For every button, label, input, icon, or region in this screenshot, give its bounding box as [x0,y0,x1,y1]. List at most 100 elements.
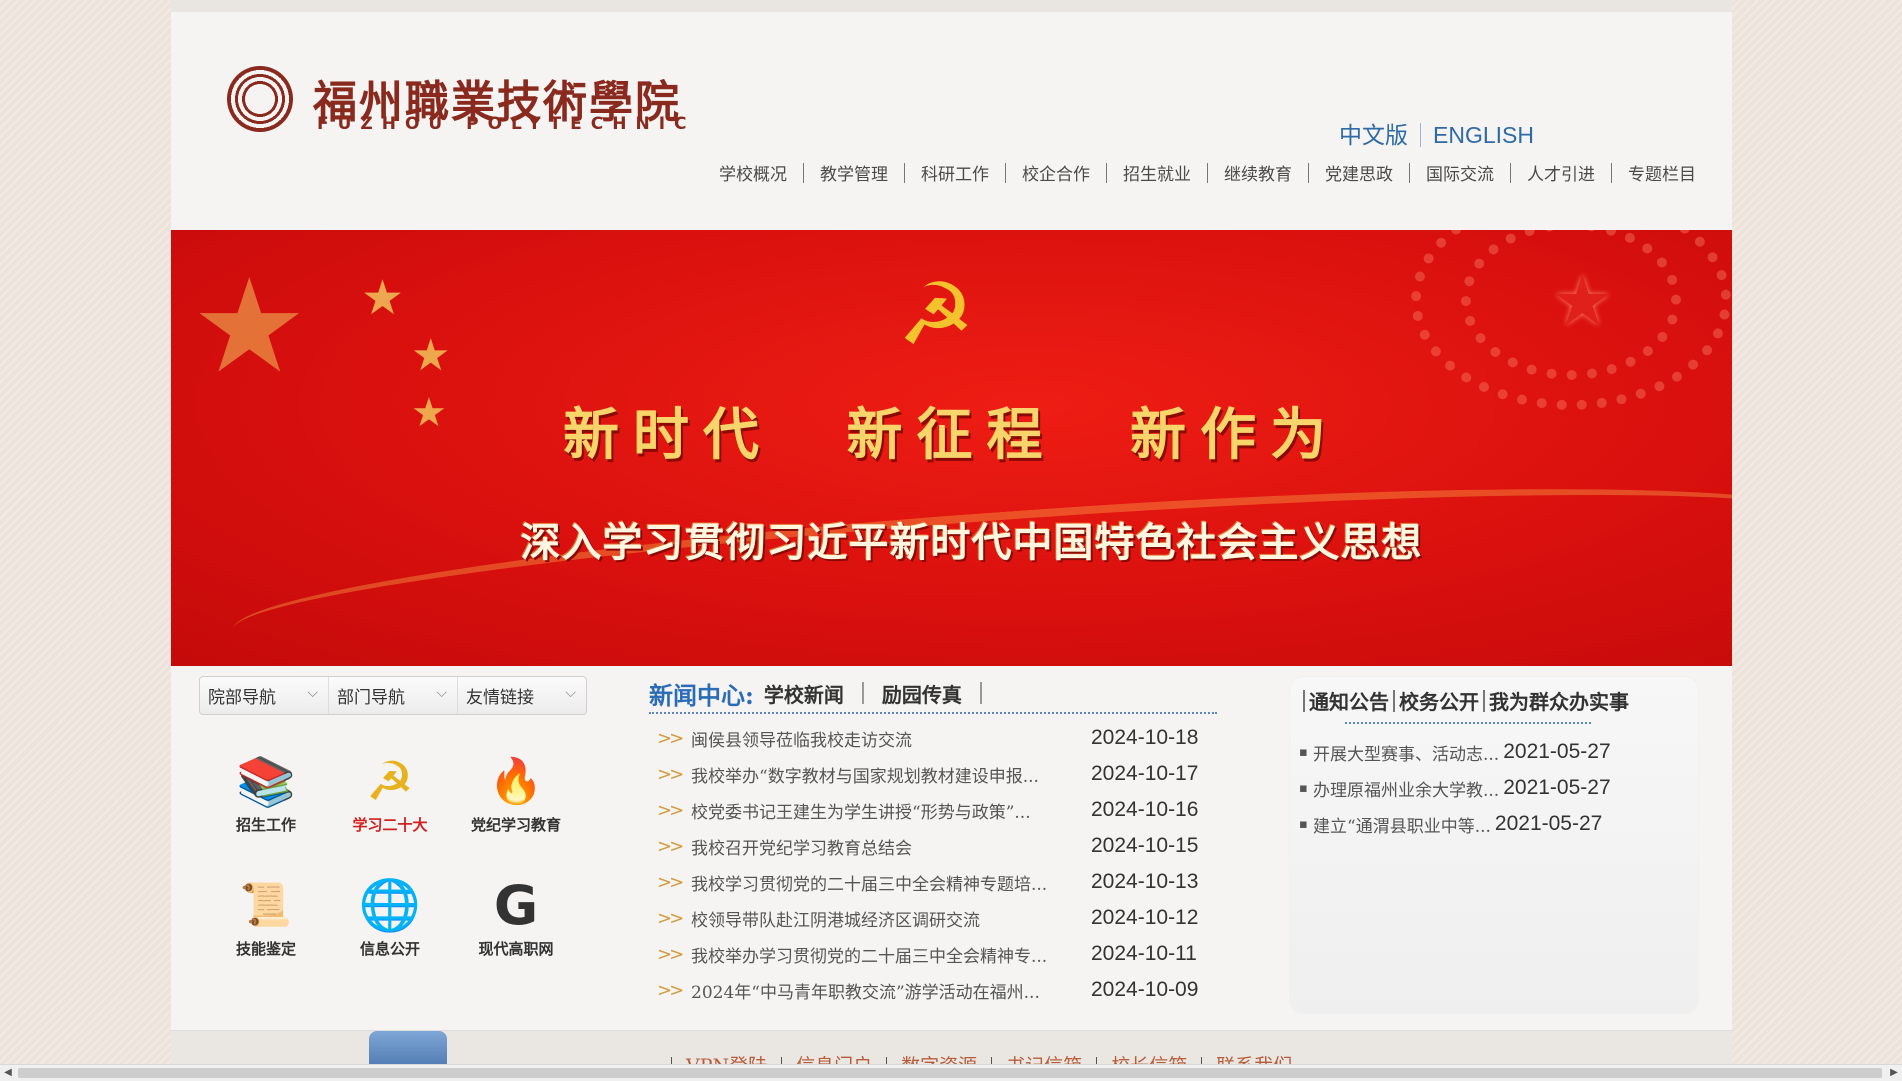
nav-item-teaching[interactable]: 教学管理 [820,160,888,185]
tab-college-nav[interactable]: 院部导航 ⌵ [200,677,328,714]
school-seal-icon [227,66,293,132]
news-item-title: 2024年“中马青年职教交流”游学活动在福州... [691,982,1040,1003]
nav-item-continuing-edu[interactable]: 继续教育 [1224,160,1292,185]
scrollbar-thumb[interactable] [18,1068,1882,1078]
tab-divider [861,682,864,704]
news-item-date: 2024-10-12 [1091,906,1199,929]
scroll-right-arrow-icon[interactable]: ▶ [1886,1065,1902,1081]
torch-figure-icon: 🔥 [488,756,544,807]
news-item[interactable]: >> 校党委书记王建生为学生讲授“形势与政策”... 2024-10-16 [649,792,1209,828]
nav-item-international[interactable]: 国际交流 [1426,160,1494,185]
horizontal-scrollbar[interactable]: ◀ ▶ [0,1064,1902,1081]
tab-school-affairs[interactable]: 校务公开 [1399,686,1479,715]
certificate-icon: 📜 [239,880,293,929]
quick-link-label: 学习二十大 [352,816,428,834]
nav-item-cooperation[interactable]: 校企合作 [1022,160,1090,185]
banner-slogan-sub: 深入学习贯彻习近平新时代中国特色社会主义思想 [171,510,1732,568]
news-center-header: 新闻中心: 学校新闻 励园传真 [649,674,1217,714]
tab-liyuan-news[interactable]: 励园传真 [882,679,962,708]
quick-link-label: 党纪学习教育 [470,816,561,834]
nav-item-admission[interactable]: 招生就业 [1123,160,1191,185]
tab-service-for-people[interactable]: 我为群众办实事 [1489,686,1629,715]
news-item[interactable]: >> 我校学习贯彻党的二十届三中全会精神专题培... 2024-10-13 [649,864,1209,900]
banner-slogan-main: 新时代 新征程 新作为 [563,402,1340,468]
quick-link-label: 技能鉴定 [235,940,296,958]
nav-item-research[interactable]: 科研工作 [921,160,989,185]
star-icon: ★ [361,270,405,326]
news-item-date: 2024-10-09 [1091,978,1199,1001]
double-chevron-icon: >> [657,943,684,965]
double-chevron-icon: >> [657,763,684,785]
tab-divider [1483,689,1485,712]
quick-link-study-20th[interactable]: ☭ 学习二十大 [335,750,445,835]
notice-item[interactable]: ▪ 办理原福州业余大学教... 2021-05-27 [1299,770,1689,806]
book-stack-icon: 📚 [236,753,296,810]
chevron-down-icon: ⌵ [307,685,318,701]
bullet-icon: ▪ [1299,780,1308,796]
lang-divider [1420,123,1421,147]
quick-link-label: 现代高职网 [478,940,554,958]
nav-item-overview[interactable]: 学校概况 [719,160,787,185]
tab-friend-links[interactable]: 友情链接 ⌵ [457,677,586,714]
bullet-icon: ▪ [1299,744,1308,760]
tab-school-news[interactable]: 学校新闻 [764,679,844,708]
news-item[interactable]: >> 闽侯县领导莅临我校走访交流 2024-10-18 [649,720,1209,756]
news-item-date: 2024-10-16 [1091,798,1199,821]
double-chevron-icon: >> [657,871,684,893]
notice-tabs: 通知公告 校务公开 我为群众办实事 [1299,686,1629,715]
notice-item-title: 办理原福州业余大学教... [1313,780,1500,801]
notice-item[interactable]: ▪ 开展大型赛事、活动志... 2021-05-27 [1299,734,1689,770]
quick-link-party-discipline[interactable]: 🔥 党纪学习教育 [461,750,571,835]
news-item-title: 校党委书记王建生为学生讲授“形势与政策”... [691,802,1031,823]
notice-item-date: 2021-05-27 [1503,740,1611,763]
notice-item-title: 建立“通渭县职业中等... [1313,816,1491,837]
notice-item[interactable]: ▪ 建立“通渭县职业中等... 2021-05-27 [1299,806,1689,842]
news-item[interactable]: >> 我校召开党纪学习教育总结会 2024-10-15 [649,828,1209,864]
tab-department-nav[interactable]: 部门导航 ⌵ [328,677,457,714]
tab-divider [1303,689,1305,712]
notice-item-title: 开展大型赛事、活动志... [1313,744,1500,765]
double-chevron-icon: >> [657,907,684,929]
double-chevron-icon: >> [657,835,684,857]
nav-divider [1207,162,1208,183]
chevron-down-icon: ⌵ [436,685,447,701]
language-switch: 中文版 ENGLISH [1339,116,1534,150]
news-item-title: 我校举办“数字教材与国家规划教材建设申报... [691,766,1039,787]
site-logo[interactable]: 福州職業技術學院 FUZHOU POLYTECHNIC [227,66,687,138]
quick-link-info-public[interactable]: 🌐 信息公开 [335,874,445,959]
nav-item-party[interactable]: 党建思政 [1325,160,1393,185]
tab-notices[interactable]: 通知公告 [1309,686,1389,715]
tab-label: 部门导航 [337,688,405,708]
chevron-down-icon: ⌵ [565,685,576,701]
g-logo-icon: G [493,873,539,937]
hero-banner[interactable]: ★ ★ ★ ★ ★ ☭ 新时代 新征程 新作为 深入学习贯彻习近平新时代中国特色… [171,230,1732,666]
lang-chinese-link[interactable]: 中文版 [1339,122,1408,148]
news-item[interactable]: >> 我校举办学习贯彻党的二十届三中全会精神专... 2024-10-11 [649,936,1209,972]
tab-divider [1393,689,1395,712]
news-item[interactable]: >> 校领导带队赴江阴港城经济区调研交流 2024-10-12 [649,900,1209,936]
nav-item-talent[interactable]: 人才引进 [1527,160,1595,185]
hammer-sickle-icon: ☭ [365,749,415,813]
nav-divider [1409,162,1410,183]
star-icon: ★ [411,330,451,381]
quick-link-label: 信息公开 [359,940,420,958]
news-item-title: 我校学习贯彻党的二十届三中全会精神专题培... [691,874,1048,895]
notice-list: ▪ 开展大型赛事、活动志... 2021-05-27 ▪ 办理原福州业余大学教... 2… [1299,734,1689,842]
notice-item-date: 2021-05-27 [1503,776,1611,799]
hammer-sickle-icon: ☭ [897,265,975,365]
news-item[interactable]: >> 我校举办“数字教材与国家规划教材建设申报... 2024-10-17 [649,756,1209,792]
news-item[interactable]: >> 2024年“中马青年职教交流”游学活动在福州... 2024-10-09 [649,972,1209,1008]
bullet-icon: ▪ [1299,816,1308,832]
nav-divider [904,162,905,183]
scroll-left-arrow-icon[interactable]: ◀ [0,1065,16,1081]
news-item-date: 2024-10-17 [1091,762,1199,785]
quick-link-modern-vocational[interactable]: G 现代高职网 [461,874,571,959]
quick-link-admission[interactable]: 📚 招生工作 [211,750,321,835]
double-chevron-icon: >> [657,799,684,821]
nav-item-special[interactable]: 专题栏目 [1628,160,1696,185]
notice-underline [1345,722,1591,724]
quick-link-skill-cert[interactable]: 📜 技能鉴定 [211,874,321,959]
news-item-title: 校领导带队赴江阴港城经济区调研交流 [691,910,980,931]
lang-english-link[interactable]: ENGLISH [1433,122,1534,148]
news-item-date: 2024-10-15 [1091,834,1199,857]
